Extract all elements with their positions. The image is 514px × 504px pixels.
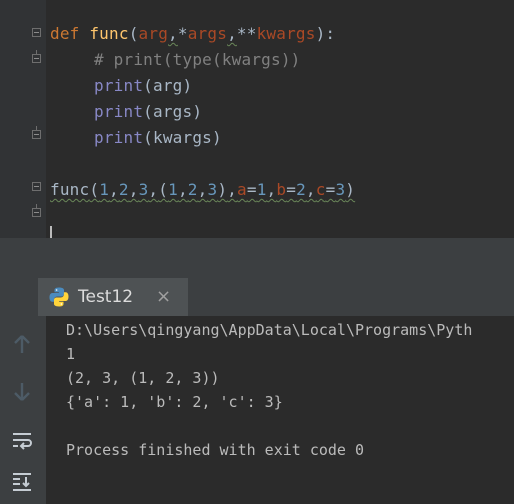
kwarg-name: a xyxy=(237,180,247,199)
param-arg: arg xyxy=(138,24,169,43)
close-icon[interactable]: × xyxy=(156,286,171,307)
number: 3 xyxy=(335,180,346,199)
console-line: D:\Users\qingyang\AppData\Local\Programs… xyxy=(66,321,473,339)
code-line-3[interactable]: print(arg) xyxy=(94,76,192,96)
comma: , xyxy=(227,24,237,43)
number: 1 xyxy=(168,180,178,199)
editor-gutter xyxy=(0,0,46,238)
arrow-up-icon[interactable] xyxy=(10,332,34,356)
console-exit-message: Process finished with exit code 0 xyxy=(66,441,365,459)
comma: , xyxy=(227,180,237,199)
comma: , xyxy=(109,180,119,199)
number: 3 xyxy=(138,180,149,199)
code-text: (arg) xyxy=(143,76,193,95)
paren: ( xyxy=(128,24,139,43)
fold-marker-icon[interactable] xyxy=(32,28,41,37)
kwarg-name: b xyxy=(276,180,287,199)
number: 3 xyxy=(207,180,218,199)
code-line-1[interactable]: def func(arg,*args,**kwargs): xyxy=(50,24,335,44)
number: 1 xyxy=(99,180,110,199)
paren: ( xyxy=(89,180,100,199)
builtin-print: print xyxy=(94,102,144,121)
python-icon xyxy=(49,287,69,307)
operator: = xyxy=(246,180,257,199)
code-line-4[interactable]: print(args) xyxy=(94,102,202,122)
operator: = xyxy=(286,180,297,199)
kwarg-name: c xyxy=(315,180,326,199)
operator: = xyxy=(325,180,336,199)
comma: , xyxy=(177,180,188,199)
code-line-2[interactable]: # print(type(kwargs)) xyxy=(94,50,301,70)
comma: , xyxy=(128,180,139,199)
panel-divider[interactable] xyxy=(0,238,514,278)
number: 2 xyxy=(187,180,198,199)
console-line: 1 xyxy=(66,345,76,363)
code-line-5[interactable]: print(kwargs) xyxy=(94,128,222,148)
console-line: (2, 3, (1, 2, 3)) xyxy=(66,369,220,387)
builtin-print: print xyxy=(94,76,144,95)
function-name: func xyxy=(89,24,129,43)
comma: , xyxy=(168,24,178,43)
paren: ) xyxy=(345,180,356,199)
fold-marker-icon[interactable] xyxy=(32,50,41,63)
fold-end-icon[interactable] xyxy=(32,126,41,139)
code-text: (args) xyxy=(143,102,203,121)
paren: ) xyxy=(217,180,228,199)
run-tab-label: Test12 xyxy=(78,287,134,307)
number: 2 xyxy=(118,180,129,199)
comma: , xyxy=(148,180,159,199)
console-toolbar xyxy=(0,316,46,504)
scroll-to-end-icon[interactable] xyxy=(10,470,34,494)
number: 1 xyxy=(256,180,267,199)
code-text: (kwargs) xyxy=(143,128,222,147)
operator: * xyxy=(177,24,188,43)
comma: , xyxy=(197,180,208,199)
comma: , xyxy=(266,180,277,199)
builtin-print: print xyxy=(94,128,144,147)
param-args: args xyxy=(187,24,228,43)
function-call: func xyxy=(50,180,90,199)
param-kwargs: kwargs xyxy=(256,24,316,43)
console-output[interactable]: D:\Users\qingyang\AppData\Local\Programs… xyxy=(46,316,514,504)
soft-wrap-icon[interactable] xyxy=(10,428,34,452)
console-line: {'a': 1, 'b': 2, 'c': 3} xyxy=(66,393,283,411)
comma: , xyxy=(305,180,316,199)
keyword-def: def xyxy=(50,24,80,43)
arrow-down-icon[interactable] xyxy=(10,380,34,404)
run-tool-tabbar: Test12 × xyxy=(0,278,514,316)
fold-end-icon[interactable] xyxy=(32,204,41,217)
fold-marker-icon[interactable] xyxy=(32,182,41,191)
number: 2 xyxy=(296,180,306,199)
code-editor[interactable]: def func(arg,*args,**kwargs): # print(ty… xyxy=(0,0,514,238)
paren: ( xyxy=(158,180,169,199)
code-line-7[interactable]: func(1,2,3,(1,2,3),a=1,b=2,c=3) xyxy=(50,180,355,200)
text-caret xyxy=(50,226,52,238)
run-tab-test12[interactable]: Test12 × xyxy=(38,278,188,316)
operator: ** xyxy=(236,24,257,43)
paren: ): xyxy=(315,24,336,43)
